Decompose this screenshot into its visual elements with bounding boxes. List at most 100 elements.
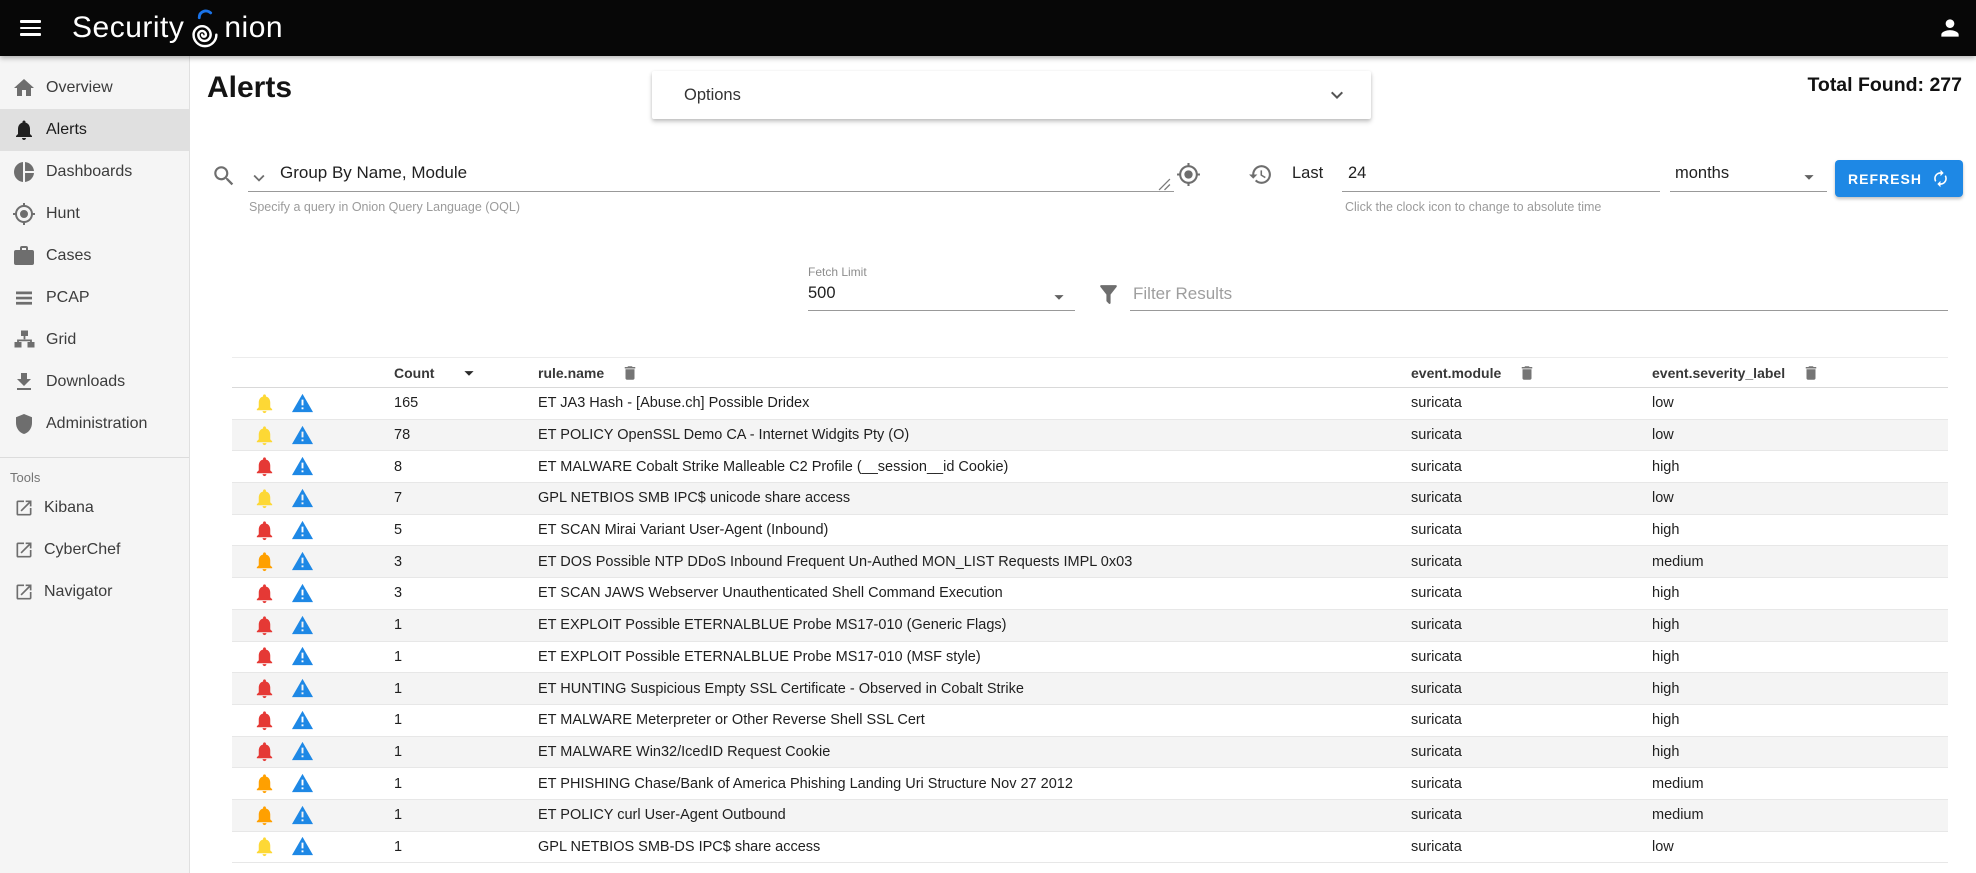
- severity-cell[interactable]: high: [1636, 522, 1948, 538]
- rule-name-cell[interactable]: ET SCAN JAWS Webserver Unauthenticated S…: [522, 585, 1395, 601]
- alert-bell-icon[interactable]: [253, 804, 276, 827]
- table-row[interactable]: 1 ET MALWARE Meterpreter or Other Revers…: [232, 705, 1948, 737]
- rule-name-cell[interactable]: GPL NETBIOS SMB IPC$ unicode share acces…: [522, 490, 1395, 506]
- table-row[interactable]: 5 ET SCAN Mirai Variant User-Agent (Inbo…: [232, 515, 1948, 547]
- dropdown-arrow-icon[interactable]: [1798, 166, 1820, 188]
- trash-icon[interactable]: [621, 364, 639, 382]
- alert-bell-icon[interactable]: [253, 487, 276, 510]
- warning-triangle-icon[interactable]: [291, 614, 314, 637]
- severity-cell[interactable]: high: [1636, 744, 1948, 760]
- severity-cell[interactable]: high: [1636, 681, 1948, 697]
- rule-name-cell[interactable]: ET MALWARE Cobalt Strike Malleable C2 Pr…: [522, 459, 1395, 475]
- column-header-event-module[interactable]: event.module: [1411, 365, 1501, 381]
- refresh-button[interactable]: REFRESH: [1835, 160, 1963, 197]
- sort-descending-icon[interactable]: [458, 362, 480, 384]
- sidebar-item-downloads[interactable]: Downloads: [0, 361, 189, 403]
- severity-cell[interactable]: low: [1636, 490, 1948, 506]
- rule-name-cell[interactable]: ET DOS Possible NTP DDoS Inbound Frequen…: [522, 554, 1395, 570]
- severity-cell[interactable]: low: [1636, 839, 1948, 855]
- count-cell[interactable]: 1: [378, 776, 522, 792]
- count-cell[interactable]: 5: [378, 522, 522, 538]
- table-row[interactable]: 1 ET EXPLOIT Possible ETERNALBLUE Probe …: [232, 642, 1948, 674]
- column-header-severity-label[interactable]: event.severity_label: [1652, 365, 1785, 381]
- target-icon[interactable]: [1176, 162, 1201, 187]
- trash-icon[interactable]: [1518, 364, 1536, 382]
- column-header-count[interactable]: Count: [394, 365, 434, 381]
- rule-name-cell[interactable]: ET EXPLOIT Possible ETERNALBLUE Probe MS…: [522, 649, 1395, 665]
- table-row[interactable]: 8 ET MALWARE Cobalt Strike Malleable C2 …: [232, 451, 1948, 483]
- event-module-cell[interactable]: suricata: [1395, 839, 1636, 855]
- sidebar-item-pcap[interactable]: PCAP: [0, 277, 189, 319]
- dropdown-arrow-icon[interactable]: [1048, 286, 1070, 308]
- sidebar-item-overview[interactable]: Overview: [0, 67, 189, 109]
- severity-cell[interactable]: high: [1636, 617, 1948, 633]
- event-module-cell[interactable]: suricata: [1395, 681, 1636, 697]
- alert-bell-icon[interactable]: [253, 709, 276, 732]
- severity-cell[interactable]: medium: [1636, 554, 1948, 570]
- query-chevron-down-icon[interactable]: [248, 167, 270, 189]
- alert-bell-icon[interactable]: [253, 645, 276, 668]
- rule-name-cell[interactable]: ET PHISHING Chase/Bank of America Phishi…: [522, 776, 1395, 792]
- resize-handle-icon[interactable]: [1158, 178, 1171, 191]
- warning-triangle-icon[interactable]: [291, 487, 314, 510]
- alert-bell-icon[interactable]: [253, 424, 276, 447]
- options-panel[interactable]: Options: [652, 71, 1371, 119]
- rule-name-cell[interactable]: ET HUNTING Suspicious Empty SSL Certific…: [522, 681, 1395, 697]
- table-row[interactable]: 165 ET JA3 Hash - [Abuse.ch] Possible Dr…: [232, 388, 1948, 420]
- query-input[interactable]: Group By Name, Module: [280, 163, 467, 183]
- event-module-cell[interactable]: suricata: [1395, 522, 1636, 538]
- table-row[interactable]: 1 GPL NETBIOS SMB-DS IPC$ share access s…: [232, 832, 1948, 864]
- count-cell[interactable]: 1: [378, 617, 522, 633]
- count-cell[interactable]: 165: [378, 395, 522, 411]
- alert-bell-icon[interactable]: [253, 740, 276, 763]
- count-cell[interactable]: 3: [378, 585, 522, 601]
- filter-results-input[interactable]: Filter Results: [1133, 284, 1232, 304]
- severity-cell[interactable]: low: [1636, 395, 1948, 411]
- table-row[interactable]: 1 ET PHISHING Chase/Bank of America Phis…: [232, 768, 1948, 800]
- event-module-cell[interactable]: suricata: [1395, 395, 1636, 411]
- warning-triangle-icon[interactable]: [291, 392, 314, 415]
- column-header-rule-name[interactable]: rule.name: [538, 365, 604, 381]
- count-cell[interactable]: 1: [378, 807, 522, 823]
- sidebar-item-kibana[interactable]: Kibana: [0, 487, 189, 529]
- table-row[interactable]: 1 ET POLICY curl User-Agent Outbound sur…: [232, 800, 1948, 832]
- warning-triangle-icon[interactable]: [291, 455, 314, 478]
- rule-name-cell[interactable]: ET SCAN Mirai Variant User-Agent (Inboun…: [522, 522, 1395, 538]
- event-module-cell[interactable]: suricata: [1395, 807, 1636, 823]
- sidebar-item-dashboards[interactable]: Dashboards: [0, 151, 189, 193]
- table-row[interactable]: 1 ET MALWARE Win32/IcedID Request Cookie…: [232, 737, 1948, 769]
- event-module-cell[interactable]: suricata: [1395, 427, 1636, 443]
- count-cell[interactable]: 8: [378, 459, 522, 475]
- count-cell[interactable]: 7: [378, 490, 522, 506]
- warning-triangle-icon[interactable]: [291, 424, 314, 447]
- count-cell[interactable]: 1: [378, 649, 522, 665]
- time-value-input[interactable]: 24: [1348, 164, 1366, 183]
- fetch-limit-select[interactable]: 500: [808, 284, 836, 303]
- table-row[interactable]: 3 ET DOS Possible NTP DDoS Inbound Frequ…: [232, 546, 1948, 578]
- alert-bell-icon[interactable]: [253, 614, 276, 637]
- event-module-cell[interactable]: suricata: [1395, 585, 1636, 601]
- alert-bell-icon[interactable]: [253, 550, 276, 573]
- trash-icon[interactable]: [1802, 364, 1820, 382]
- severity-cell[interactable]: high: [1636, 585, 1948, 601]
- table-row[interactable]: 1 ET HUNTING Suspicious Empty SSL Certif…: [232, 673, 1948, 705]
- alert-bell-icon[interactable]: [253, 677, 276, 700]
- table-row[interactable]: 7 GPL NETBIOS SMB IPC$ unicode share acc…: [232, 483, 1948, 515]
- chevron-down-icon[interactable]: [1325, 83, 1349, 107]
- severity-cell[interactable]: low: [1636, 427, 1948, 443]
- count-cell[interactable]: 1: [378, 681, 522, 697]
- sidebar-item-cases[interactable]: Cases: [0, 235, 189, 277]
- sidebar-item-navigator[interactable]: Navigator: [0, 571, 189, 613]
- severity-cell[interactable]: medium: [1636, 776, 1948, 792]
- rule-name-cell[interactable]: ET POLICY OpenSSL Demo CA - Internet Wid…: [522, 427, 1395, 443]
- event-module-cell[interactable]: suricata: [1395, 617, 1636, 633]
- count-cell[interactable]: 1: [378, 712, 522, 728]
- warning-triangle-icon[interactable]: [291, 582, 314, 605]
- warning-triangle-icon[interactable]: [291, 804, 314, 827]
- count-cell[interactable]: 78: [378, 427, 522, 443]
- time-unit-select[interactable]: months: [1675, 164, 1729, 183]
- table-row[interactable]: 3 ET SCAN JAWS Webserver Unauthenticated…: [232, 578, 1948, 610]
- alert-bell-icon[interactable]: [253, 519, 276, 542]
- sidebar-item-hunt[interactable]: Hunt: [0, 193, 189, 235]
- sidebar-item-cyberchef[interactable]: CyberChef: [0, 529, 189, 571]
